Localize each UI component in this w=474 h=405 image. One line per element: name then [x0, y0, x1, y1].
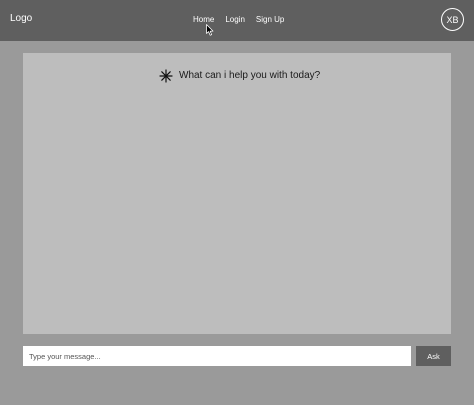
asterisk-sparkle-icon [159, 69, 173, 83]
chat-greeting: What can i help you with today? [159, 69, 320, 83]
nav-link-login[interactable]: Login [225, 15, 245, 25]
logo[interactable]: Logo [10, 13, 32, 25]
top-navbar: Logo Home Login Sign Up XB [0, 0, 474, 41]
mouse-cursor-icon [206, 24, 214, 36]
greeting-text: What can i help you with today? [179, 70, 321, 81]
avatar[interactable]: XB [441, 8, 464, 31]
nav-link-sign-up[interactable]: Sign Up [256, 15, 284, 25]
message-input[interactable] [23, 346, 411, 366]
chat-panel [23, 53, 451, 334]
ask-button[interactable]: Ask [416, 346, 451, 366]
